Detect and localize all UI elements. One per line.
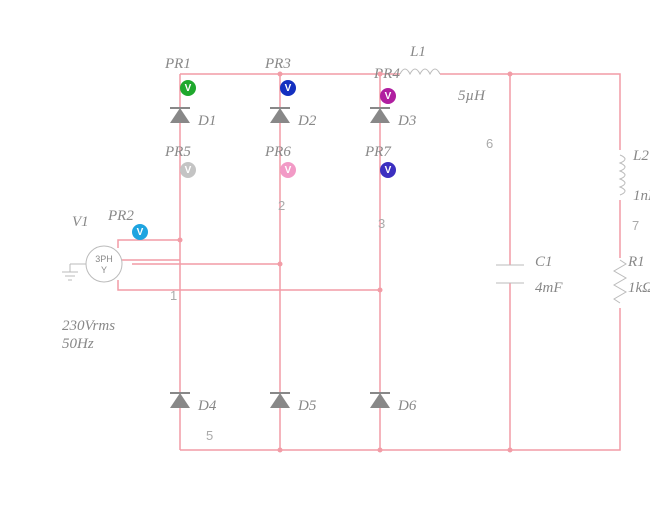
v1-ref: V1 bbox=[72, 214, 89, 230]
l2-val: 1nH bbox=[633, 188, 650, 204]
r1-ref: R1 bbox=[627, 254, 645, 270]
r1-val: 1kΩ bbox=[628, 280, 650, 296]
svg-text:V: V bbox=[185, 83, 192, 94]
svg-text:V: V bbox=[185, 165, 192, 176]
svg-text:V: V bbox=[137, 227, 144, 238]
src-top: 3PH bbox=[95, 254, 113, 264]
diode-d4 bbox=[170, 393, 190, 408]
ground-icon bbox=[62, 264, 86, 280]
c1-val: 4mF bbox=[535, 280, 563, 296]
net-7: 7 bbox=[632, 218, 639, 233]
v1-rms: 230Vrms bbox=[62, 318, 115, 334]
net-5: 5 bbox=[206, 428, 213, 443]
l1-val: 5µH bbox=[458, 88, 486, 104]
pr7-ref: PR7 bbox=[364, 144, 392, 160]
diode-d2 bbox=[270, 108, 290, 123]
diode-d5 bbox=[270, 393, 290, 408]
net-2: 2 bbox=[278, 198, 285, 213]
l2-ref: L2 bbox=[632, 148, 649, 164]
d5-ref: D5 bbox=[297, 398, 317, 414]
d3-ref: D3 bbox=[397, 113, 416, 129]
d1-ref: D1 bbox=[197, 113, 216, 129]
d6-ref: D6 bbox=[397, 398, 417, 414]
svg-text:V: V bbox=[285, 83, 292, 94]
diode-d1 bbox=[170, 108, 190, 123]
pr5-ref: PR5 bbox=[164, 144, 191, 160]
l1-ref: L1 bbox=[409, 44, 426, 60]
svg-text:V: V bbox=[285, 165, 292, 176]
d2-ref: D2 bbox=[297, 113, 317, 129]
pr6-ref: PR6 bbox=[264, 144, 291, 160]
pr2-ref: PR2 bbox=[107, 208, 134, 224]
pr3-ref: PR3 bbox=[264, 56, 291, 72]
diode-d3 bbox=[370, 108, 390, 123]
svg-text:V: V bbox=[385, 165, 392, 176]
net-3: 3 bbox=[378, 216, 385, 231]
svg-text:V: V bbox=[385, 91, 392, 102]
src-bot: Y bbox=[101, 265, 107, 275]
v1-hz: 50Hz bbox=[62, 336, 94, 352]
pr4-ref: PR4 bbox=[373, 66, 400, 82]
diode-d6 bbox=[370, 393, 390, 408]
d4-ref: D4 bbox=[197, 398, 217, 414]
inductor-l1 bbox=[400, 69, 440, 74]
c1-ref: C1 bbox=[535, 254, 553, 270]
net-6: 6 bbox=[486, 136, 493, 151]
pr1-ref: PR1 bbox=[164, 56, 191, 72]
